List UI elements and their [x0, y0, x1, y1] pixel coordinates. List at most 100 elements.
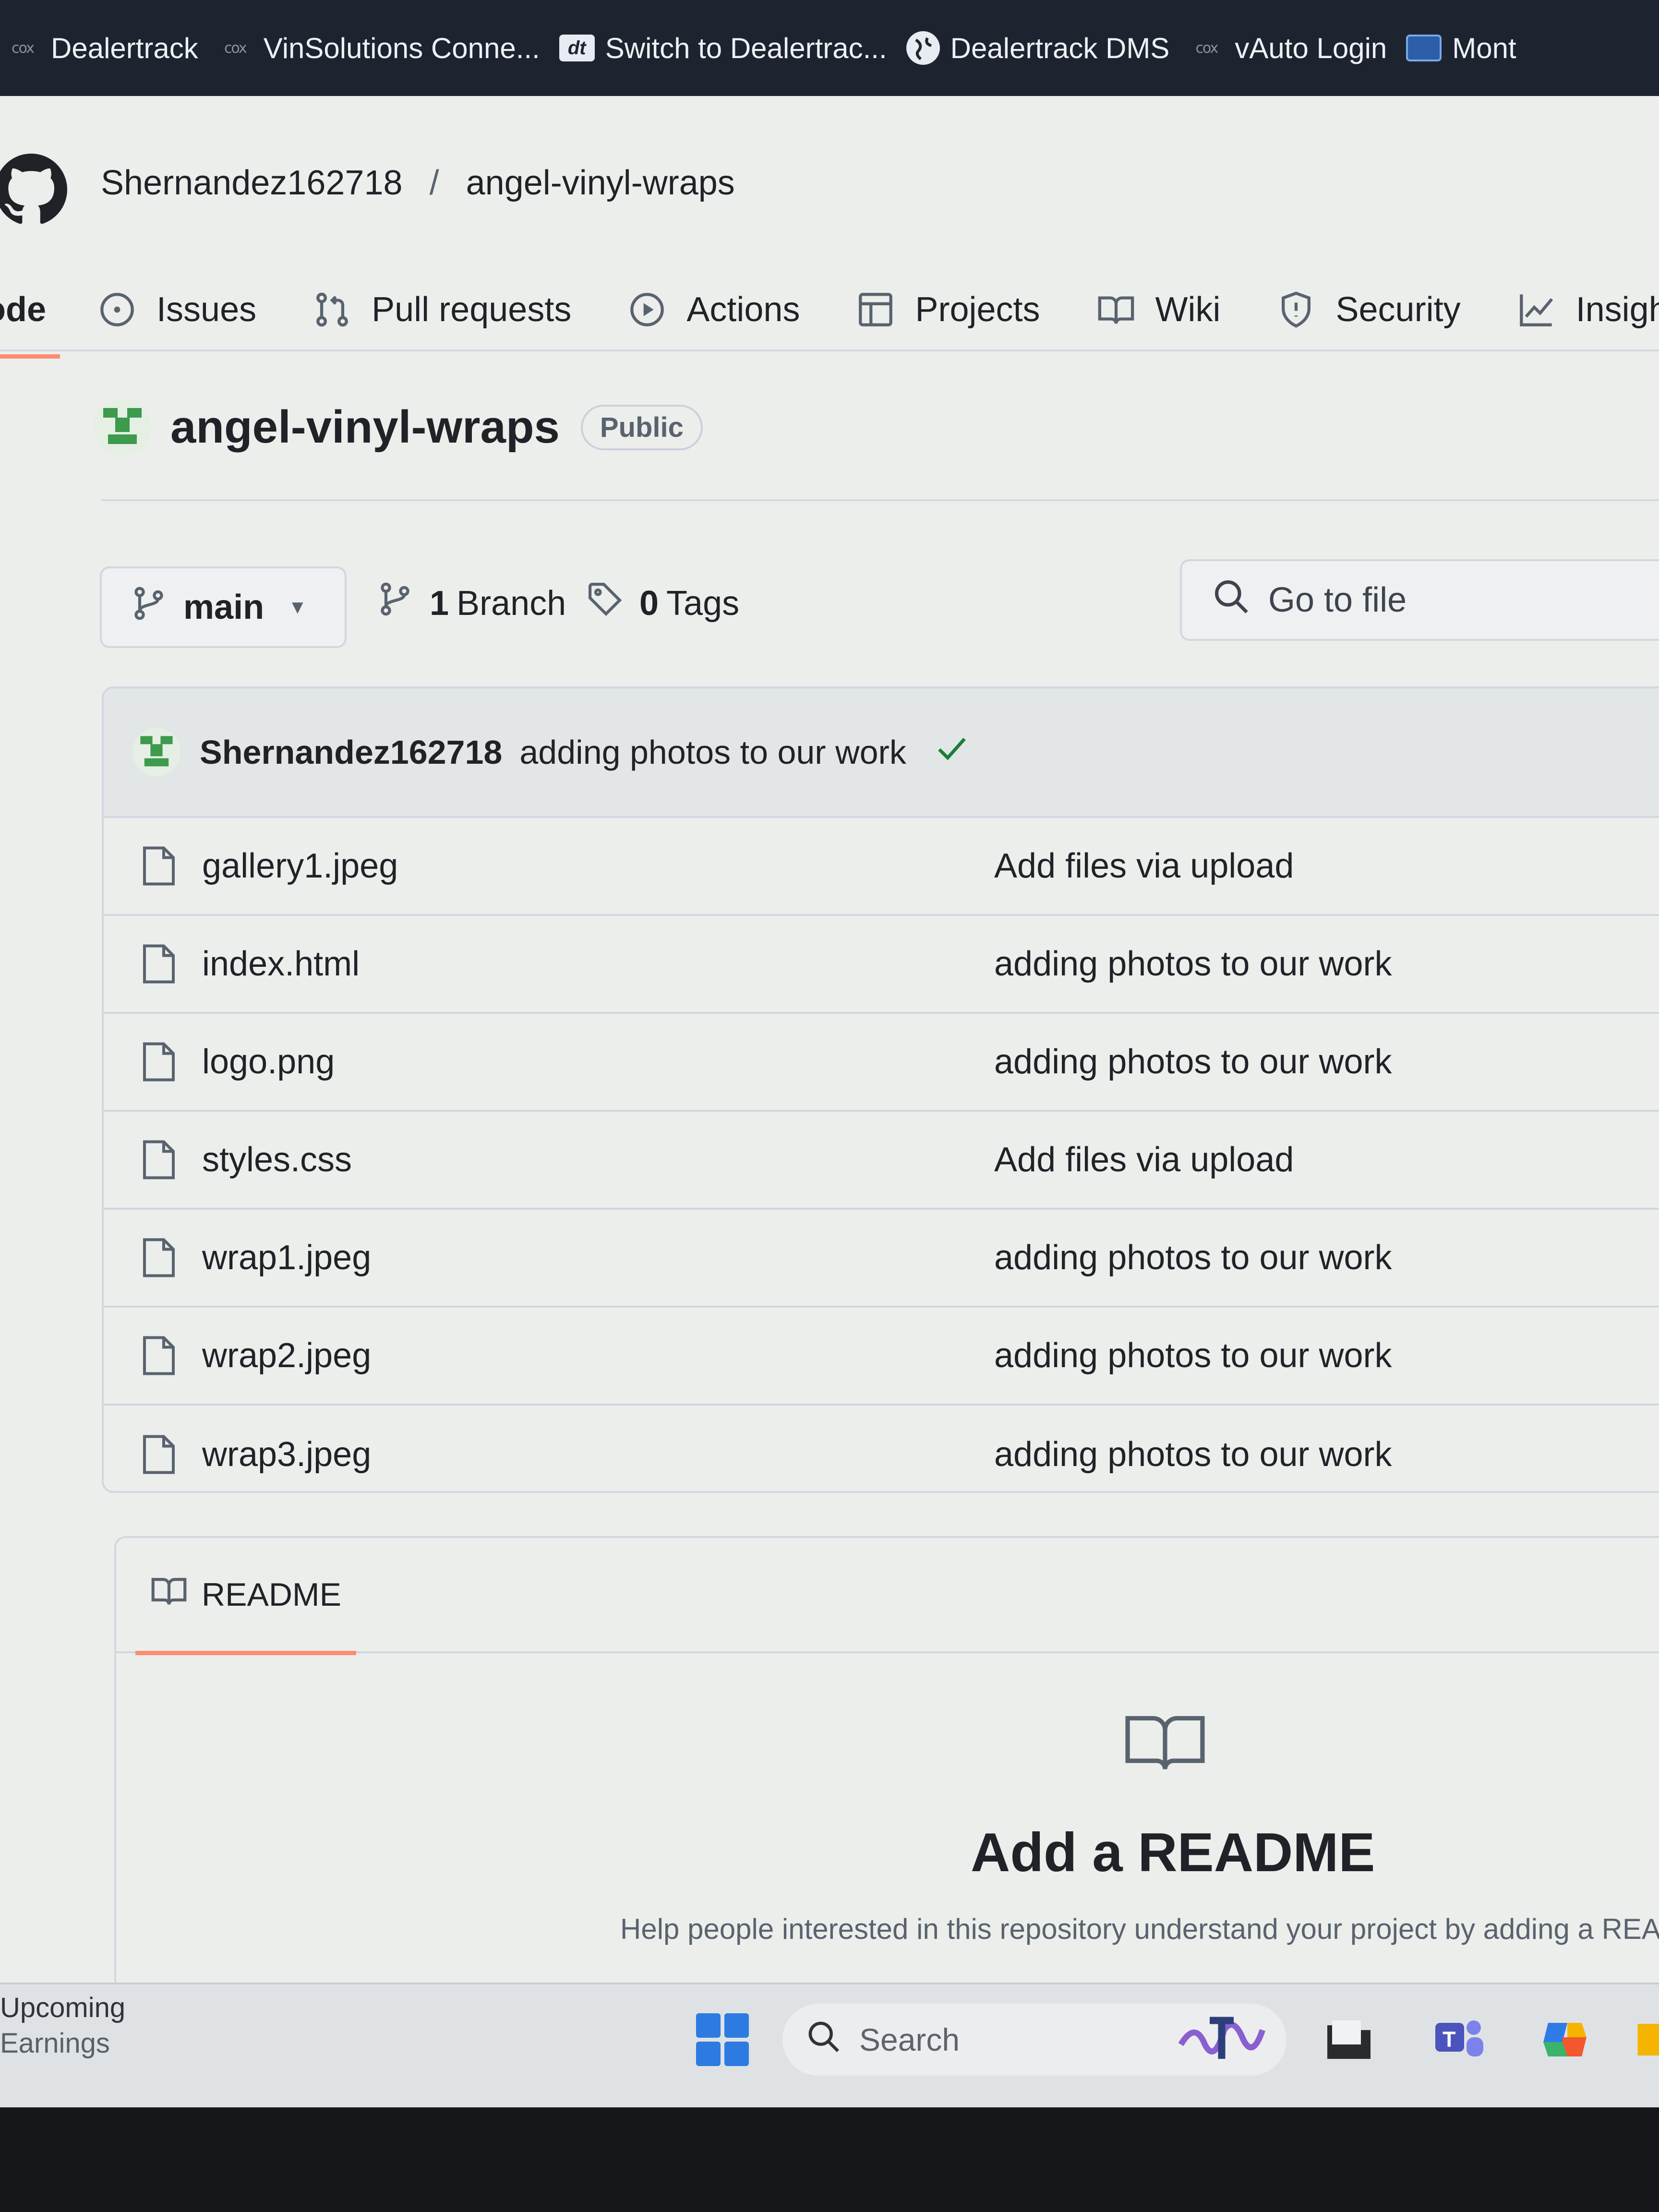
identicon-icon: [140, 736, 173, 767]
tab-label: Wiki: [1155, 290, 1221, 329]
add-readme-heading: Add a README: [971, 1822, 1375, 1883]
widget-line-2: Earnings: [0, 2028, 110, 2059]
teams-icon[interactable]: T: [1431, 2011, 1488, 2068]
file-name[interactable]: wrap1.jpeg: [202, 1238, 371, 1277]
file-commit-message[interactable]: Add files via upload: [994, 846, 1294, 886]
book-icon: [1097, 290, 1135, 329]
go-to-file-input[interactable]: Go to file: [1180, 559, 1659, 641]
tab-wiki[interactable]: Wiki: [1097, 290, 1221, 329]
repo-title[interactable]: angel-vinyl-wraps: [170, 401, 560, 454]
github-logo-icon[interactable]: [0, 154, 67, 226]
file-commit-message[interactable]: adding photos to our work: [994, 944, 1392, 984]
tab-label: Issues: [156, 290, 257, 329]
file-name[interactable]: wrap3.jpeg: [202, 1435, 371, 1474]
file-commit-message[interactable]: adding photos to our work: [994, 1336, 1392, 1375]
title-divider: [101, 499, 1659, 501]
identicon-icon: [103, 408, 142, 444]
git-branch-icon: [131, 585, 167, 630]
file-name[interactable]: gallery1.jpeg: [202, 846, 398, 886]
branch-count: 1: [430, 584, 449, 623]
dealertrack-icon: dt: [559, 35, 595, 61]
tab-security[interactable]: Security: [1277, 290, 1461, 329]
bookmark-vauto[interactable]: cox vAuto Login: [1189, 0, 1406, 96]
breadcrumb-repo[interactable]: angel-vinyl-wraps: [466, 163, 735, 203]
taskbar-search-label: Search: [859, 2022, 960, 2057]
tab-issues[interactable]: Issues: [98, 290, 256, 329]
tab-label: Actions: [686, 290, 800, 329]
commit-author[interactable]: Shernandez162718: [200, 733, 502, 771]
tab-pull-requests[interactable]: Pull requests: [313, 290, 571, 329]
cox-icon: cox: [224, 39, 247, 57]
git-branch-icon: [377, 581, 413, 625]
file-row[interactable]: logo.png adding photos to our work: [104, 1014, 1659, 1112]
file-icon: [143, 846, 175, 886]
monitor-icon: [1406, 35, 1442, 61]
widget-line-1: Upcoming: [0, 1992, 126, 2023]
tab-label: ode: [0, 290, 47, 329]
file-row[interactable]: wrap2.jpeg adding photos to our work: [104, 1308, 1659, 1406]
readme-tab[interactable]: README: [116, 1538, 1659, 1653]
tab-label: Projects: [915, 290, 1040, 329]
breadcrumb-separator: /: [429, 164, 439, 202]
globe-icon: [906, 31, 940, 65]
bookmark-label: Mont: [1452, 32, 1516, 64]
copilot-sketch-icon[interactable]: [1176, 2011, 1282, 2068]
branch-selector[interactable]: main ▼: [100, 566, 347, 648]
readme-tab-label: README: [202, 1576, 341, 1613]
file-row[interactable]: gallery1.jpeg Add files via upload: [104, 818, 1659, 916]
check-icon[interactable]: [935, 732, 969, 773]
commit-message[interactable]: adding photos to our work: [519, 733, 906, 771]
file-commit-message[interactable]: adding photos to our work: [994, 1435, 1392, 1474]
file-commit-message[interactable]: adding photos to our work: [994, 1042, 1392, 1082]
issue-opened-icon: [98, 290, 136, 329]
windows-start-icon[interactable]: [696, 2013, 749, 2066]
app-icon[interactable]: [1632, 2011, 1659, 2068]
visibility-badge: Public: [580, 404, 703, 450]
file-name[interactable]: styles.css: [202, 1140, 352, 1179]
tab-projects[interactable]: Projects: [856, 290, 1040, 329]
readme-tab-indicator: [135, 1651, 356, 1655]
copilot-icon[interactable]: [1536, 2011, 1594, 2068]
file-icon: [143, 944, 175, 984]
file-row[interactable]: index.html adding photos to our work: [104, 916, 1659, 1014]
bookmark-dealertrack-dms[interactable]: Dealertrack DMS: [906, 0, 1189, 96]
tab-actions[interactable]: Actions: [628, 290, 800, 329]
taskbar: Upcoming Earnings Search T: [0, 1983, 1659, 2107]
tab-code[interactable]: ode: [0, 290, 46, 329]
laptop-bezel: [0, 2107, 1659, 2212]
owner-avatar[interactable]: [94, 398, 151, 456]
file-name[interactable]: index.html: [202, 944, 360, 984]
file-table: Shernandez162718 adding photos to our wo…: [102, 686, 1659, 1493]
bookmarks-bar: cox Dealertrack cox VinSolutions Conne..…: [0, 0, 1659, 96]
file-commit-message[interactable]: Add files via upload: [994, 1140, 1294, 1179]
earnings-widget[interactable]: Upcoming Earnings: [0, 1984, 125, 2061]
file-name[interactable]: logo.png: [202, 1042, 335, 1082]
commit-author-avatar[interactable]: [132, 728, 180, 776]
branch-count-link[interactable]: 1 Branch: [377, 581, 566, 625]
git-pull-request-icon: [313, 290, 351, 329]
github-repo-page: Shernandez162718 / angel-vinyl-wraps ode…: [0, 96, 1659, 1983]
bookmark-switch-dealertrack[interactable]: dt Switch to Dealertrac...: [559, 0, 906, 96]
bookmark-vinsolutions[interactable]: cox VinSolutions Conne...: [217, 0, 559, 96]
readme-panel: README Add a README Help people interest…: [114, 1536, 1659, 1983]
file-row[interactable]: wrap3.jpeg adding photos to our work: [104, 1406, 1659, 1491]
branch-name: main: [183, 588, 264, 626]
repo-tabs: ode Issues Pull requests: [0, 266, 1659, 353]
file-name[interactable]: wrap2.jpeg: [202, 1336, 371, 1375]
search-icon: [1213, 578, 1249, 623]
tab-insights[interactable]: Insigh: [1517, 290, 1659, 329]
file-commit-message[interactable]: adding photos to our work: [994, 1238, 1392, 1277]
file-icon: [143, 1042, 175, 1082]
bookmark-dealertrack[interactable]: cox Dealertrack: [5, 0, 217, 96]
add-readme-help: Help people interested in this repositor…: [620, 1913, 1659, 1945]
book-icon: [1125, 1716, 1205, 1770]
bookmark-mont[interactable]: Mont: [1406, 0, 1535, 96]
file-explorer-icon[interactable]: [1320, 2011, 1378, 2068]
svg-text:T: T: [1443, 2027, 1456, 2052]
file-row[interactable]: styles.css Add files via upload: [104, 1112, 1659, 1210]
search-icon: [806, 2020, 840, 2060]
file-row[interactable]: wrap1.jpeg adding photos to our work: [104, 1210, 1659, 1308]
tag-count-link[interactable]: 0 Tags: [587, 581, 739, 625]
bookmark-label: Switch to Dealertrac...: [605, 32, 887, 64]
breadcrumb-owner[interactable]: Shernandez162718: [101, 163, 403, 203]
